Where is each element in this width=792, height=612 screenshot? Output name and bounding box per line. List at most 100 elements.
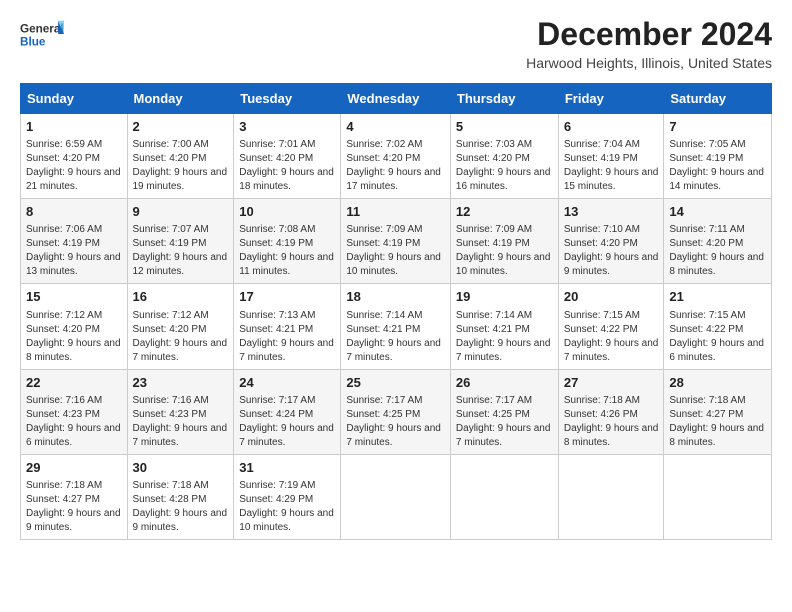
sunrise-label: Sunrise: 7:12 AM bbox=[133, 310, 209, 321]
sunrise-label: Sunrise: 7:17 AM bbox=[456, 395, 532, 406]
day-number: 29 bbox=[26, 459, 122, 477]
sunrise-label: Sunrise: 7:18 AM bbox=[564, 395, 640, 406]
sunset-label: Sunset: 4:21 PM bbox=[239, 324, 313, 335]
weekday-header-thursday: Thursday bbox=[450, 84, 558, 114]
sunset-label: Sunset: 4:20 PM bbox=[239, 153, 313, 164]
sunset-label: Sunset: 4:22 PM bbox=[564, 324, 638, 335]
calendar-cell: 5Sunrise: 7:03 AMSunset: 4:20 PMDaylight… bbox=[450, 114, 558, 199]
daylight-label: Daylight: 9 hours and 7 minutes. bbox=[456, 338, 551, 363]
weekday-header-saturday: Saturday bbox=[664, 84, 772, 114]
sunset-label: Sunset: 4:27 PM bbox=[26, 494, 100, 505]
daylight-label: Daylight: 9 hours and 13 minutes. bbox=[26, 252, 121, 277]
calendar-cell: 29 Sunrise: 7:18 AM Sunset: 4:27 PM Dayligh… bbox=[21, 454, 128, 539]
calendar-cell: 8Sunrise: 7:06 AMSunset: 4:19 PMDaylight… bbox=[21, 199, 128, 284]
sunrise-label: Sunrise: 7:15 AM bbox=[669, 310, 745, 321]
weekday-header-friday: Friday bbox=[558, 84, 664, 114]
day-number: 4 bbox=[346, 118, 445, 136]
day-number: 28 bbox=[669, 374, 766, 392]
calendar-table: SundayMondayTuesdayWednesdayThursdayFrid… bbox=[20, 83, 772, 540]
daylight-label: Daylight: 9 hours and 16 minutes. bbox=[456, 167, 551, 192]
sunset-label: Sunset: 4:20 PM bbox=[346, 153, 420, 164]
day-number: 19 bbox=[456, 288, 553, 306]
calendar-cell: 2Sunrise: 7:00 AMSunset: 4:20 PMDaylight… bbox=[127, 114, 234, 199]
calendar-cell: 13Sunrise: 7:10 AMSunset: 4:20 PMDayligh… bbox=[558, 199, 664, 284]
daylight-label: Daylight: 9 hours and 8 minutes. bbox=[564, 423, 659, 448]
sunrise-label: Sunrise: 7:11 AM bbox=[669, 224, 744, 235]
daylight-label: Daylight: 9 hours and 9 minutes. bbox=[26, 508, 121, 533]
day-number: 9 bbox=[133, 203, 229, 221]
calendar-cell: 6Sunrise: 7:04 AMSunset: 4:19 PMDaylight… bbox=[558, 114, 664, 199]
sunrise-label: Sunrise: 7:05 AM bbox=[669, 139, 745, 150]
daylight-label: Daylight: 9 hours and 7 minutes. bbox=[346, 423, 441, 448]
day-number: 18 bbox=[346, 288, 445, 306]
daylight-label: Daylight: 9 hours and 21 minutes. bbox=[26, 167, 121, 192]
calendar-week-1: 1 Sunrise: 6:59 AM Sunset: 4:20 PM Daylight… bbox=[21, 114, 772, 199]
calendar-cell: 16 Sunrise: 7:12 AM Sunset: 4:20 PM Dayligh… bbox=[127, 284, 234, 369]
day-number: 3 bbox=[239, 118, 335, 136]
sunrise-label: Sunrise: 7:02 AM bbox=[346, 139, 422, 150]
daylight-label: Daylight: 9 hours and 10 minutes. bbox=[239, 508, 334, 533]
daylight-label: Daylight: 9 hours and 7 minutes. bbox=[456, 423, 551, 448]
svg-text:Blue: Blue bbox=[20, 36, 46, 49]
sunset-label: Sunset: 4:28 PM bbox=[133, 494, 207, 505]
calendar-week-3: 15 Sunrise: 7:12 AM Sunset: 4:20 PM Dayligh… bbox=[21, 284, 772, 369]
sunrise-label: Sunrise: 7:10 AM bbox=[564, 224, 640, 235]
logo: General Blue bbox=[20, 16, 64, 52]
day-number: 16 bbox=[133, 288, 229, 306]
calendar-cell: 15Sunrise: 7:12 AMSunset: 4:20 PMDayligh… bbox=[21, 284, 128, 369]
sunset-label: Sunset: 4:26 PM bbox=[564, 409, 638, 420]
sunrise-label: Sunrise: 7:18 AM bbox=[26, 480, 102, 491]
calendar-cell: 7Sunrise: 7:05 AMSunset: 4:19 PMDaylight… bbox=[664, 114, 772, 199]
sunset-label: Sunset: 4:19 PM bbox=[456, 238, 530, 249]
day-number: 12 bbox=[456, 203, 553, 221]
sunset-label: Sunset: 4:19 PM bbox=[346, 238, 420, 249]
sunrise-label: Sunrise: 6:59 AM bbox=[26, 139, 102, 150]
calendar-cell: 3Sunrise: 7:01 AMSunset: 4:20 PMDaylight… bbox=[234, 114, 341, 199]
calendar-cell: 18Sunrise: 7:14 AMSunset: 4:21 PMDayligh… bbox=[341, 284, 451, 369]
day-number: 21 bbox=[669, 288, 766, 306]
sunset-label: Sunset: 4:29 PM bbox=[239, 494, 313, 505]
sunrise-label: Sunrise: 7:03 AM bbox=[456, 139, 532, 150]
logo-icon: General Blue bbox=[20, 16, 64, 52]
calendar-cell bbox=[558, 454, 664, 539]
sunset-label: Sunset: 4:21 PM bbox=[346, 324, 420, 335]
day-number: 23 bbox=[133, 374, 229, 392]
sunset-label: Sunset: 4:20 PM bbox=[133, 324, 207, 335]
sunset-label: Sunset: 4:22 PM bbox=[669, 324, 743, 335]
calendar-cell: 26Sunrise: 7:17 AMSunset: 4:25 PMDayligh… bbox=[450, 369, 558, 454]
daylight-label: Daylight: 9 hours and 7 minutes. bbox=[239, 423, 334, 448]
sunrise-label: Sunrise: 7:18 AM bbox=[133, 480, 209, 491]
day-number: 15 bbox=[26, 288, 122, 306]
daylight-label: Daylight: 9 hours and 10 minutes. bbox=[346, 252, 441, 277]
sunset-label: Sunset: 4:21 PM bbox=[456, 324, 530, 335]
sunrise-label: Sunrise: 7:17 AM bbox=[346, 395, 422, 406]
sunrise-label: Sunrise: 7:01 AM bbox=[239, 139, 315, 150]
day-number: 30 bbox=[133, 459, 229, 477]
day-number: 7 bbox=[669, 118, 766, 136]
day-number: 1 bbox=[26, 118, 122, 136]
day-number: 17 bbox=[239, 288, 335, 306]
weekday-header-tuesday: Tuesday bbox=[234, 84, 341, 114]
sunset-label: Sunset: 4:20 PM bbox=[26, 153, 100, 164]
sunset-label: Sunset: 4:19 PM bbox=[239, 238, 313, 249]
calendar-cell: 23Sunrise: 7:16 AMSunset: 4:23 PMDayligh… bbox=[127, 369, 234, 454]
day-number: 13 bbox=[564, 203, 659, 221]
sunset-label: Sunset: 4:23 PM bbox=[26, 409, 100, 420]
sunset-label: Sunset: 4:19 PM bbox=[669, 153, 743, 164]
sunrise-label: Sunrise: 7:09 AM bbox=[346, 224, 422, 235]
weekday-header-row: SundayMondayTuesdayWednesdayThursdayFrid… bbox=[21, 84, 772, 114]
daylight-label: Daylight: 9 hours and 9 minutes. bbox=[133, 508, 228, 533]
daylight-label: Daylight: 9 hours and 7 minutes. bbox=[239, 338, 334, 363]
daylight-label: Daylight: 9 hours and 12 minutes. bbox=[133, 252, 228, 277]
calendar-cell bbox=[664, 454, 772, 539]
daylight-label: Daylight: 9 hours and 7 minutes. bbox=[133, 338, 228, 363]
calendar-cell: 14Sunrise: 7:11 AMSunset: 4:20 PMDayligh… bbox=[664, 199, 772, 284]
daylight-label: Daylight: 9 hours and 10 minutes. bbox=[456, 252, 551, 277]
day-number: 27 bbox=[564, 374, 659, 392]
calendar-cell: 19Sunrise: 7:14 AMSunset: 4:21 PMDayligh… bbox=[450, 284, 558, 369]
daylight-label: Daylight: 9 hours and 8 minutes. bbox=[26, 338, 121, 363]
sunrise-label: Sunrise: 7:12 AM bbox=[26, 310, 102, 321]
sunrise-label: Sunrise: 7:07 AM bbox=[133, 224, 209, 235]
calendar-cell: 27 Sunrise: 7:18 AM Sunset: 4:26 PM Dayligh… bbox=[558, 369, 664, 454]
day-number: 25 bbox=[346, 374, 445, 392]
